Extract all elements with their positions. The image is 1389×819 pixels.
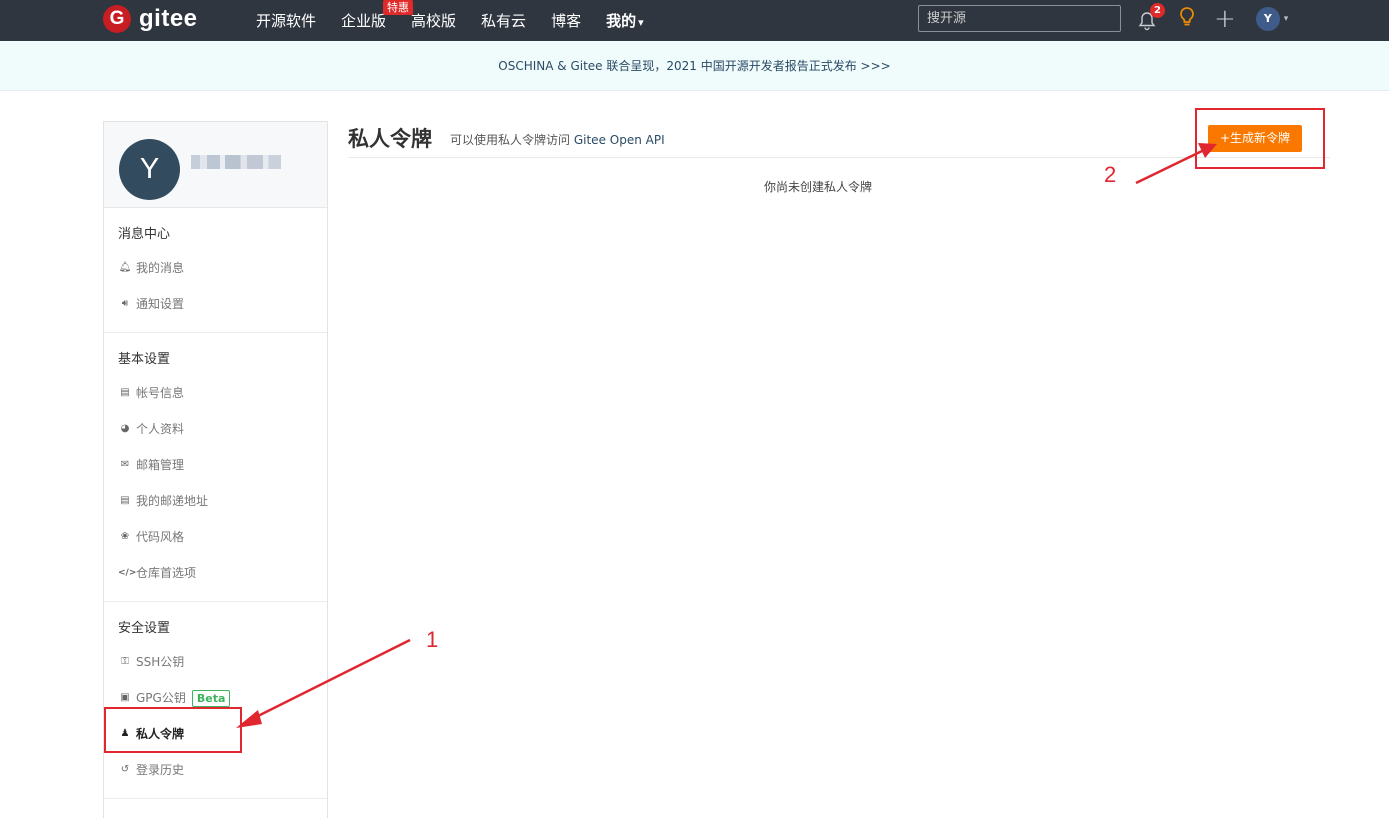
open-api-link[interactable]: Gitee Open API	[574, 133, 665, 147]
nav-item-open-source[interactable]: 开源软件	[256, 10, 316, 31]
user-avatar[interactable]: Y	[1255, 7, 1280, 31]
nav-item-blog[interactable]: 博客	[551, 10, 581, 31]
bell-icon: 🔔︎	[118, 262, 132, 273]
nav-item-enterprise-label: 企业版	[341, 12, 387, 30]
id-card-icon: ▤	[120, 387, 130, 398]
sidebar-item-notification-settings[interactable]: 🔊︎ 通知设置	[104, 286, 327, 322]
sidebar-item-label: 代码风格	[136, 530, 185, 544]
sidebar-section-security: 安全设置 ⚿ SSH公钥 ▣ GPG公钥 Beta ♟ 私人令牌 ↺ 登录历史	[104, 602, 327, 799]
sidebar-item-address[interactable]: ▤ 我的邮递地址	[104, 483, 327, 519]
sidebar-section-more	[104, 799, 327, 819]
announcement-text[interactable]: OSCHINA & Gitee 联合呈现，2021 中国开源开发者报告正式发布 …	[498, 59, 890, 73]
speaker-icon: 🔊︎	[121, 298, 129, 309]
nav-item-enterprise[interactable]: 企业版 特惠	[341, 0, 414, 31]
sidebar-section-basic: 基本设置 ▤ 帐号信息 ◕ 个人资料 ✉ 邮箱管理 ▤ 我的邮递地址 ❀ 代码风格 </>…	[104, 333, 327, 602]
sidebar-item-label: 我的邮递地址	[136, 494, 209, 508]
top-icons: 2 + Y ▾	[1138, 3, 1289, 32]
sidebar-item-account-info[interactable]: ▤ 帐号信息	[104, 375, 327, 411]
annotation-label-2: 2	[1104, 162, 1117, 187]
notification-count-badge: 2	[1150, 3, 1165, 18]
sidebar-section-title: 安全设置	[118, 621, 171, 636]
gitee-logo-text: gitee	[139, 5, 198, 32]
main-content: 私人令牌 可以使用私人令牌访问 Gitee Open API +生成新令牌 你尚…	[348, 121, 1330, 194]
history-icon: ↺	[120, 764, 130, 775]
sidebar-item-profile[interactable]: ◕ 个人资料	[104, 411, 327, 447]
sidebar-item-label: 仓库首选项	[136, 566, 197, 580]
subtitle-text: 可以使用私人令牌访问	[450, 133, 571, 147]
highlight-box-sidebar	[104, 707, 242, 753]
sidebar-item-label: SSH公钥	[136, 655, 185, 669]
page-subtitle: 可以使用私人令牌访问 Gitee Open API	[450, 131, 665, 148]
nav-item-mine[interactable]: 我的 ▾	[606, 10, 644, 31]
sidebar-item-label: 邮箱管理	[136, 458, 185, 472]
address-card-icon: ▤	[120, 495, 130, 506]
nav-item-mine-label: 我的	[606, 12, 637, 30]
gitee-logo-icon: G	[103, 5, 131, 33]
code-icon: </>	[118, 568, 137, 578]
envelope-icon: ✉	[120, 459, 130, 470]
sidebar-section-messages: 消息中心 🔔︎ 我的消息 🔊︎ 通知设置	[104, 208, 327, 333]
profile-card: Y	[104, 122, 327, 208]
notification-button[interactable]: 2	[1138, 3, 1165, 32]
beta-badge: Beta	[191, 689, 231, 707]
chevron-down-icon[interactable]: ▾	[1284, 14, 1289, 24]
chevron-down-icon: ▾	[638, 16, 644, 29]
plus-icon[interactable]: +	[1214, 6, 1236, 32]
sidebar-item-label: 通知设置	[136, 297, 185, 311]
sidebar-item-label: 我的消息	[136, 261, 185, 275]
page-title: 私人令牌	[348, 127, 432, 151]
annotation-label-1: 1	[426, 627, 439, 652]
promo-badge: 特惠	[383, 0, 414, 15]
user-icon: ◕	[120, 423, 130, 434]
sidebar-section-title: 消息中心	[118, 227, 171, 242]
sidebar-item-label: 登录历史	[136, 763, 185, 777]
sidebar-item-repo-preferences[interactable]: </> 仓库首选项	[104, 555, 327, 591]
lightbulb-icon[interactable]	[1178, 6, 1196, 32]
sidebar-item-login-history[interactable]: ↺ 登录历史	[104, 752, 327, 788]
highlight-box-button	[1195, 108, 1325, 169]
empty-state-text: 你尚未创建私人令牌	[763, 180, 872, 194]
sidebar-item-label: 个人资料	[136, 422, 185, 436]
sidebar-item-label: 帐号信息	[136, 386, 185, 400]
nav-item-education[interactable]: 高校版	[411, 10, 456, 31]
top-navbar: G gitee 开源软件 企业版 特惠 高校版 私有云 博客 我的 ▾ 搜开源 2 …	[0, 0, 1389, 41]
search-input[interactable]: 搜开源	[918, 5, 1121, 32]
announcement-banner[interactable]: OSCHINA & Gitee 联合呈现，2021 中国开源开发者报告正式发布 …	[0, 41, 1389, 91]
palette-icon: ❀	[120, 531, 130, 542]
sidebar-item-code-style[interactable]: ❀ 代码风格	[104, 519, 327, 555]
nav-item-private-cloud[interactable]: 私有云	[481, 10, 526, 31]
main-nav: 开源软件 企业版 特惠 高校版 私有云 博客 我的 ▾	[256, 0, 669, 41]
page-header: 私人令牌 可以使用私人令牌访问 Gitee Open API +生成新令牌	[348, 121, 1330, 158]
key-icon: ⚿	[121, 656, 129, 667]
sidebar-item-my-messages[interactable]: 🔔︎ 我的消息	[104, 250, 327, 286]
sidebar-section-title: 基本设置	[118, 352, 171, 367]
username-blurred	[191, 155, 281, 169]
sidebar-item-email[interactable]: ✉ 邮箱管理	[104, 447, 327, 483]
avatar[interactable]: Y	[119, 139, 180, 200]
gitee-logo[interactable]: G gitee	[103, 4, 198, 34]
sidebar-item-ssh-keys[interactable]: ⚿ SSH公钥	[104, 644, 327, 680]
